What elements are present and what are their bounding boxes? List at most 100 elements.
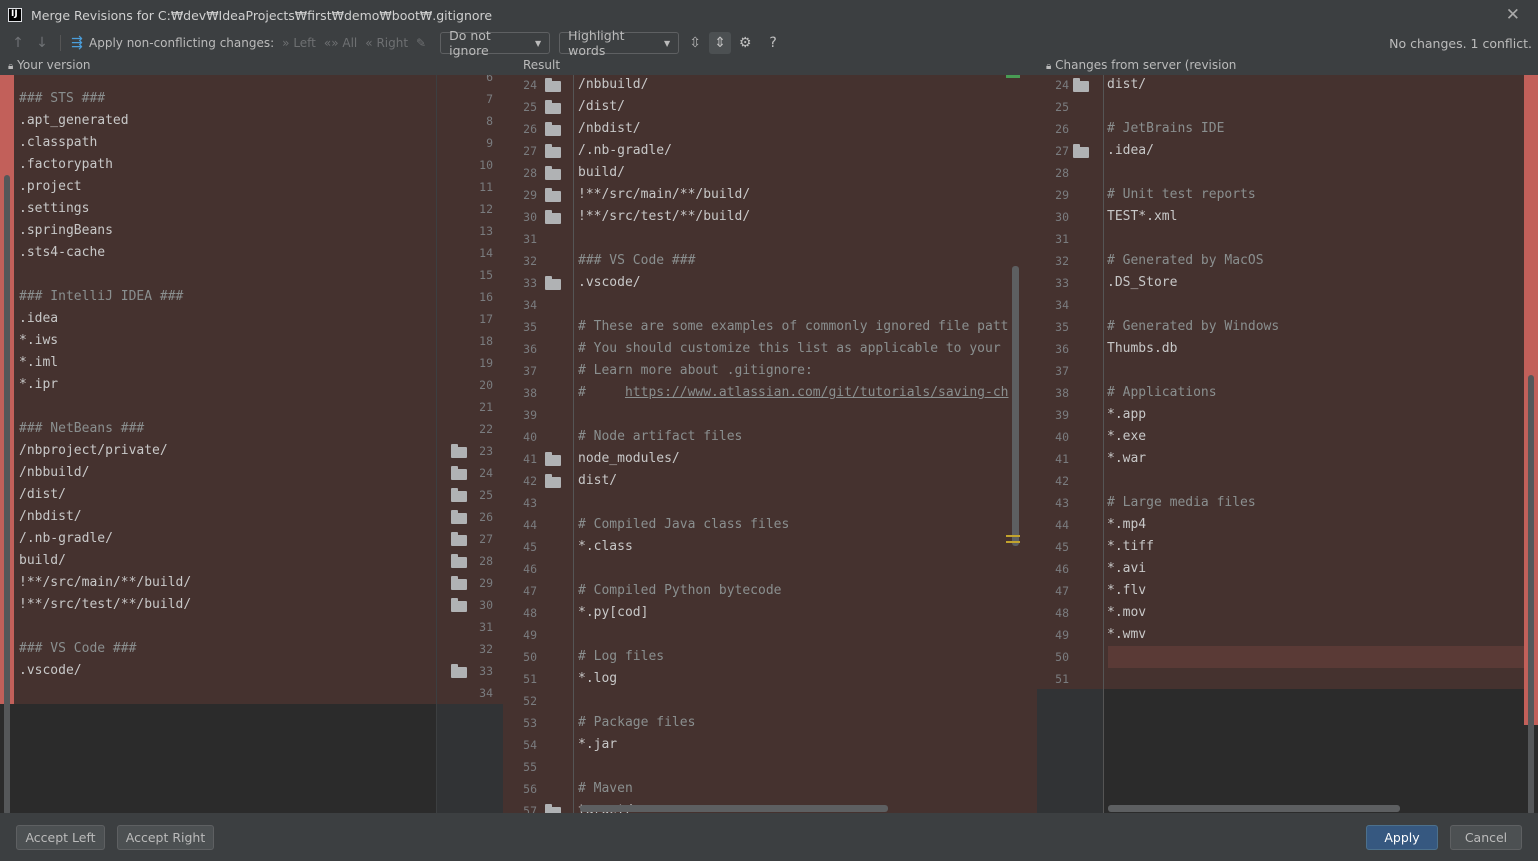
folder-icon bbox=[545, 166, 561, 180]
right-panel-header: 🔒︎ Changes from server (revision 607ea48… bbox=[1046, 56, 1538, 92]
line-number: 54 bbox=[523, 738, 537, 752]
code-line: .DS_Store bbox=[1107, 275, 1178, 290]
code-line: # Package files bbox=[578, 715, 696, 730]
code-line: !**/src/test/**/build/ bbox=[578, 209, 751, 224]
merge-toolbar: ↑ ↓ ⇶ Apply non-conflicting changes: » L… bbox=[0, 28, 1538, 58]
line-number: 28 bbox=[523, 166, 537, 180]
accept-left-button[interactable]: Accept Left bbox=[16, 825, 105, 850]
url-link[interactable]: https://www.atlassian.com/git/tutorials/… bbox=[625, 385, 1009, 400]
line-number: 32 bbox=[479, 642, 493, 656]
sync-scroll-icon[interactable]: ⇕ bbox=[709, 32, 732, 54]
result-conflict-marker bbox=[1006, 535, 1020, 537]
line-number: 49 bbox=[523, 628, 537, 642]
code-line: .classpath bbox=[19, 135, 98, 150]
line-number: 33 bbox=[1055, 276, 1069, 290]
code-line: /nbproject/private/ bbox=[19, 443, 168, 458]
line-number: 37 bbox=[1055, 364, 1069, 378]
folder-icon bbox=[451, 488, 467, 502]
folder-icon bbox=[545, 188, 561, 202]
line-number: 24 bbox=[479, 466, 493, 480]
line-number: 36 bbox=[523, 342, 537, 356]
apply-right-button[interactable]: « Right bbox=[365, 36, 408, 50]
line-number: 24 bbox=[1055, 78, 1069, 92]
code-line: ### IntelliJ IDEA ### bbox=[19, 289, 184, 304]
line-number: 47 bbox=[523, 584, 537, 598]
line-number: 34 bbox=[523, 298, 537, 312]
apply-button[interactable]: Apply bbox=[1366, 825, 1438, 850]
intellij-logo-icon: IJ bbox=[8, 8, 22, 22]
result-scrollbar[interactable] bbox=[1012, 266, 1019, 546]
cancel-button[interactable]: Cancel bbox=[1450, 825, 1522, 850]
code-line: .project bbox=[19, 179, 82, 194]
right-editor[interactable]: dist/ # JetBrains IDE .idea/ # Unit test re… bbox=[1103, 75, 1538, 813]
right-hscrollbar[interactable] bbox=[1108, 805, 1400, 812]
code-line: *.jar bbox=[578, 737, 618, 752]
apply-non-conflicting-label: Apply non-conflicting changes: bbox=[89, 36, 275, 50]
previous-difference-icon[interactable]: ↑ bbox=[10, 35, 26, 51]
line-number: 17 bbox=[479, 312, 493, 326]
line-number: 31 bbox=[523, 232, 537, 246]
folder-icon bbox=[451, 554, 467, 568]
chevron-down-icon: ▼ bbox=[663, 38, 671, 48]
apply-left-button[interactable]: » Left bbox=[282, 36, 316, 50]
next-difference-icon[interactable]: ↓ bbox=[34, 35, 50, 51]
apply-all-label: All bbox=[342, 36, 358, 50]
collapse-unchanged-icon[interactable]: ⇳ bbox=[687, 35, 703, 51]
right-scrollbar[interactable] bbox=[1528, 375, 1534, 813]
code-line: .sts4-cache bbox=[19, 245, 106, 260]
line-number: 25 bbox=[523, 100, 537, 114]
code-line: ### VS Code ### bbox=[19, 641, 137, 656]
code-line: build/ bbox=[578, 165, 625, 180]
line-number: 57 bbox=[523, 804, 537, 813]
line-number: 53 bbox=[523, 716, 537, 730]
accept-right-button[interactable]: Accept Right bbox=[117, 825, 214, 850]
help-icon[interactable]: ? bbox=[765, 35, 781, 51]
left-scrollbar[interactable] bbox=[4, 175, 10, 813]
line-number: 29 bbox=[1055, 188, 1069, 202]
line-number: 16 bbox=[479, 290, 493, 304]
ignore-whitespace-value: Do not ignore bbox=[449, 28, 491, 58]
line-number: 12 bbox=[479, 202, 493, 216]
apply-all-button[interactable]: «» All bbox=[324, 36, 357, 50]
line-number: 15 bbox=[479, 268, 493, 282]
highlight-mode-select[interactable]: Highlight words ▼ bbox=[559, 28, 680, 58]
folder-icon bbox=[545, 474, 561, 488]
line-number: 7 bbox=[486, 92, 493, 106]
close-icon[interactable]: ✕ bbox=[1506, 5, 1520, 25]
settings-gear-icon[interactable]: ⚙ bbox=[737, 35, 753, 51]
line-number: 11 bbox=[479, 180, 493, 194]
folder-icon bbox=[545, 452, 561, 466]
code-line: *.iws bbox=[19, 333, 59, 348]
line-number: 21 bbox=[479, 400, 493, 414]
line-number: 26 bbox=[479, 510, 493, 524]
line-number: 55 bbox=[523, 760, 537, 774]
code-line: build/ bbox=[19, 553, 66, 568]
folder-icon bbox=[545, 122, 561, 136]
line-number: 13 bbox=[479, 224, 493, 238]
code-line: *.wmv bbox=[1107, 627, 1147, 642]
line-number: 28 bbox=[1055, 166, 1069, 180]
result-hscrollbar[interactable] bbox=[580, 805, 888, 812]
line-number: 52 bbox=[523, 694, 537, 708]
toolbar-separator bbox=[60, 35, 61, 51]
resolve-wand-icon[interactable]: ✎ bbox=[416, 36, 426, 50]
code-line: TEST*.xml bbox=[1107, 209, 1178, 224]
right-gutter: 24 25 26 27 28 29 30 31 32 33 34 35 36 37 38 39 40 41 42 43… bbox=[1037, 75, 1103, 813]
result-editor[interactable]: /nbbuild/ /dist/ /nbdist/ /.nb-gradle/build… bbox=[573, 75, 1037, 813]
ignore-whitespace-select[interactable]: Do not ignore ▼ bbox=[440, 28, 551, 58]
folder-icon bbox=[451, 598, 467, 612]
left-editor[interactable]: ### STS ### .apt_generated .classpath .fact… bbox=[0, 75, 436, 813]
highlight-mode-value: Highlight words bbox=[568, 28, 625, 58]
folder-icon bbox=[545, 210, 561, 224]
line-number: 56 bbox=[523, 782, 537, 796]
code-line: /.nb-gradle/ bbox=[578, 143, 672, 158]
magic-resolve-icon[interactable]: ⇶ bbox=[69, 35, 85, 51]
line-number: 30 bbox=[523, 210, 537, 224]
line-number: 39 bbox=[1055, 408, 1069, 422]
center-gutter: 24 25 26 27 28 29 30 31 32 33 34 35 36 37 38 39 40 41 42 43… bbox=[503, 75, 573, 813]
window-title: Merge Revisions for C:₩dev₩IdeaProjects₩… bbox=[31, 7, 493, 23]
line-number: 40 bbox=[1055, 430, 1069, 444]
code-line: *.flv bbox=[1107, 583, 1147, 598]
line-number: 30 bbox=[479, 598, 493, 612]
code-line: *.mp4 bbox=[1107, 517, 1147, 532]
